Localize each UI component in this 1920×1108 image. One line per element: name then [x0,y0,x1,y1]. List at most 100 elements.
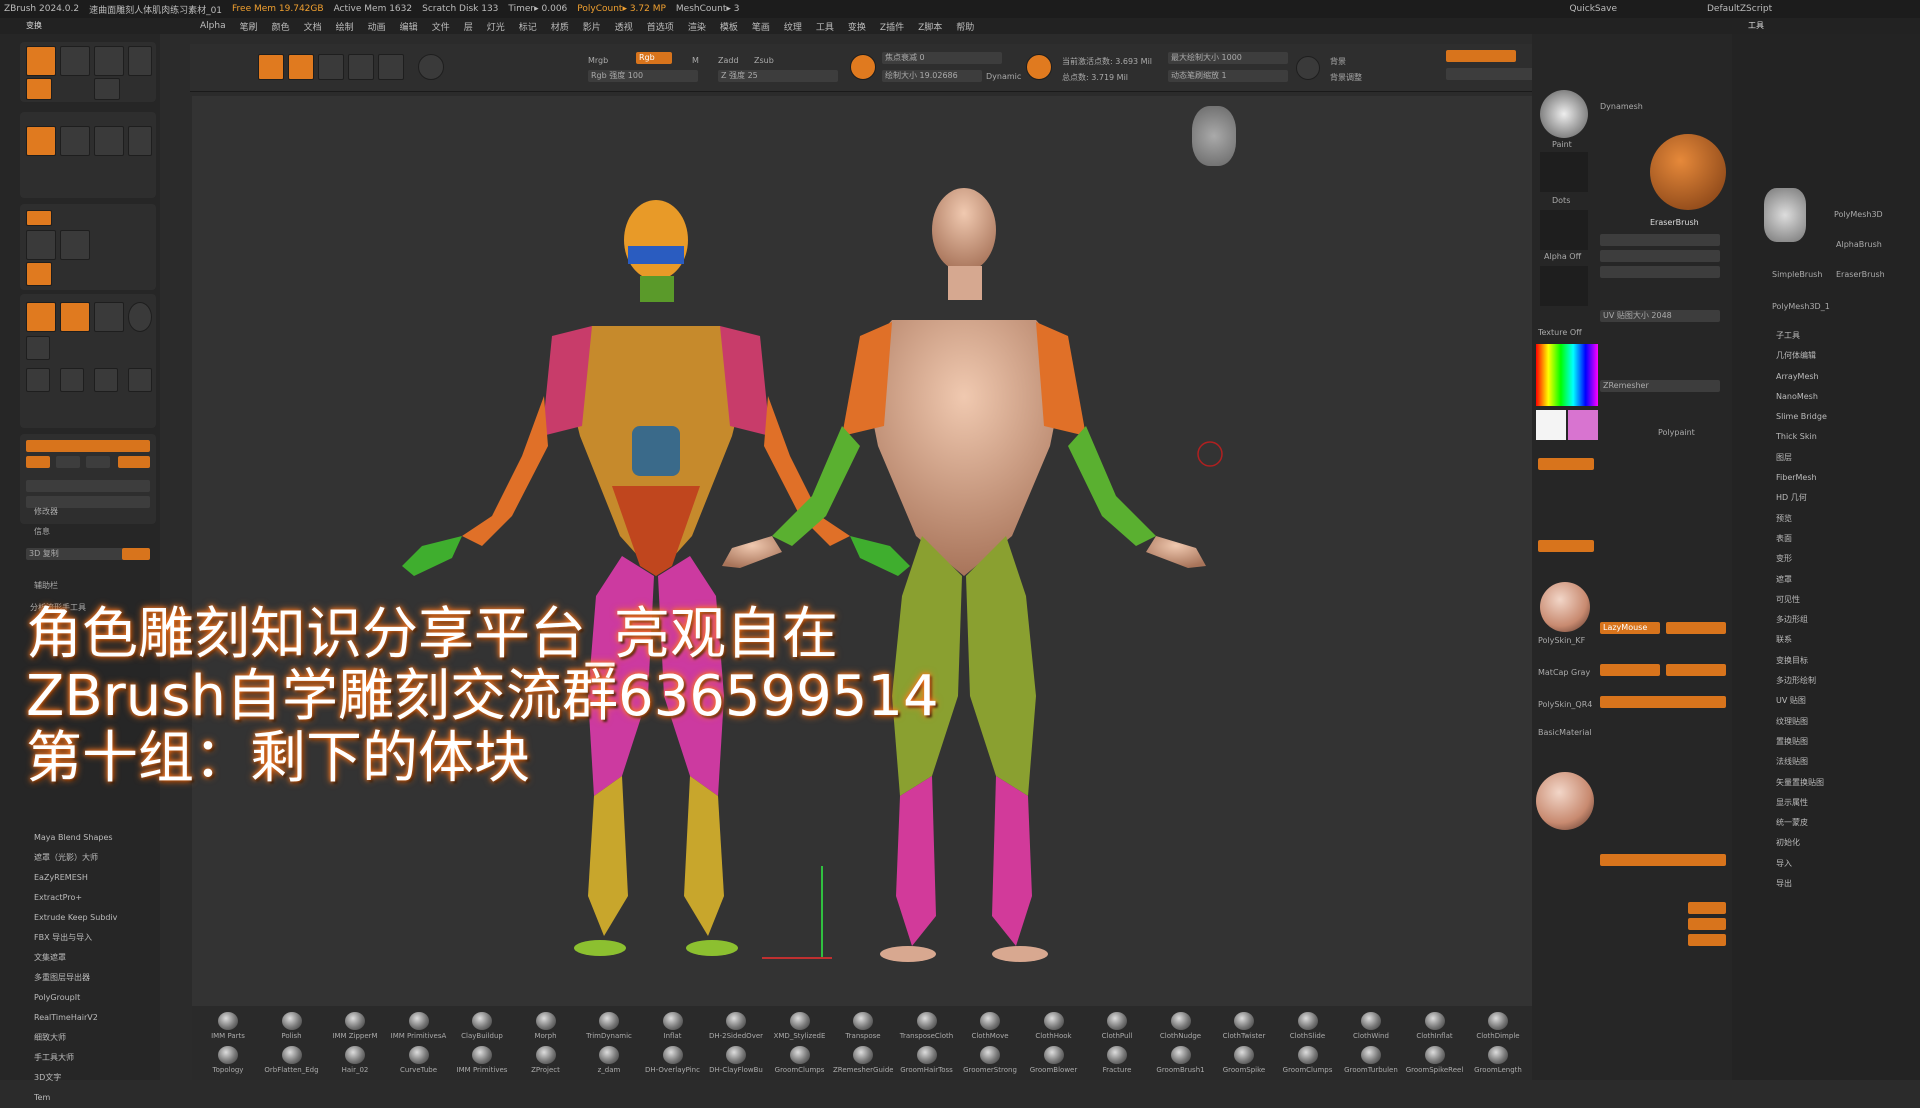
script-name[interactable]: DefaultZScript [1707,4,1772,14]
lazymouse-toggle[interactable]: LazyMouse [1600,622,1660,634]
zplugin-item[interactable]: RealTimeHairV2 [34,1008,117,1028]
menu-item[interactable]: Alpha [200,21,226,31]
zremesher-button[interactable]: ZRemesher [1600,380,1720,392]
zsub-toggle[interactable]: Zsub [754,56,774,65]
brush-slot[interactable]: ClothInflat [1405,1012,1465,1044]
ghost-button[interactable] [94,302,124,332]
y-axis-toggle[interactable] [56,456,80,468]
menu-item[interactable]: 标记 [519,20,537,33]
menu-item[interactable]: 文件 [432,20,450,33]
main-color-swatch[interactable] [1536,410,1566,440]
brush-slot[interactable]: XMD_StylizedE [770,1012,830,1044]
edit-button[interactable] [26,46,56,76]
brush-slot[interactable]: DH-2SidedOver [706,1012,766,1044]
tool-polymesh3d-1[interactable]: PolyMesh3D_1 [1772,302,1830,311]
paint-brush-icon[interactable] [1540,90,1588,138]
solo-button[interactable] [128,302,152,332]
menu-item[interactable]: 帮助 [956,20,974,33]
rotate-mode-button[interactable] [128,126,152,156]
rdsub-slider[interactable] [1446,50,1516,62]
edit-mode-button[interactable] [26,126,56,156]
brush-slot[interactable]: ClothNudge [1151,1012,1211,1044]
radial-count-slider[interactable] [26,480,150,492]
brush-slot[interactable]: IMM PrimitivesA [389,1012,449,1044]
left-item-info[interactable]: 信息 [34,526,50,537]
draw-size-slider[interactable]: 绘制大小 19.02686 [882,70,982,82]
record-button[interactable] [26,78,52,100]
brush-slot[interactable]: GroomSpikeReel [1405,1046,1465,1078]
brush-slot[interactable]: DH-ClayFlowBu [706,1046,766,1078]
brush-slot[interactable]: Polish [262,1012,322,1044]
tool-subpalette-item[interactable]: 子工具 [1776,326,1827,346]
tool-subpalette-item[interactable]: 导出 [1776,874,1827,894]
orange-toggle-a[interactable] [1688,902,1726,914]
tool-subpalette-item[interactable]: NanoMesh [1776,387,1827,407]
floor-toggle[interactable]: 背景 [1330,56,1346,67]
menu-item[interactable]: 编辑 [400,20,418,33]
menu-item[interactable]: 影片 [583,20,601,33]
brush-slot[interactable]: DH-OverlayPinc [643,1046,703,1078]
max-draw-size-slider[interactable]: 最大绘制大小 1000 [1168,52,1288,64]
tool-subpalette-item[interactable]: Thick Skin [1776,427,1827,447]
scale-button[interactable] [128,46,152,76]
orange-toggle-right[interactable] [1600,854,1726,866]
brush-slot[interactable]: ZRemesherGuide [833,1046,893,1078]
polyf-button[interactable] [26,302,56,332]
brush-slot[interactable]: ClothPull [1087,1012,1147,1044]
brush-slot[interactable]: IMM Parts [198,1012,258,1044]
tool-subpalette-item[interactable]: 多边形绘制 [1776,671,1827,691]
zplugin-item[interactable]: 多重图层导出器 [34,968,117,988]
zplugin-item[interactable]: EaZyREMESH [34,868,117,888]
draw-mode-button[interactable] [60,126,90,156]
zplugin-item[interactable]: 细致大师 [34,1028,117,1048]
tool-polymesh3d[interactable]: PolyMesh3D [1834,210,1883,219]
focal-icon[interactable] [850,54,876,80]
menu-item[interactable]: 文档 [304,20,322,33]
sphere-icon[interactable] [1296,56,1320,80]
navigation-head-icon[interactable] [1192,106,1236,166]
zplugin-item[interactable]: ExtractPro+ [34,888,117,908]
tool-subpalette-item[interactable]: 统一蒙皮 [1776,813,1827,833]
dynamic-brush-scale-slider[interactable]: 动态笔刷缩放 1 [1168,70,1288,82]
tool-subpalette-item[interactable]: HD 几何 [1776,488,1827,508]
move-mode-button[interactable] [94,126,124,156]
local-icon[interactable] [128,368,152,392]
menu-item[interactable]: 笔刷 [240,20,258,33]
quicksave-button[interactable]: QuickSave [1569,4,1617,14]
tool-thumb-figure[interactable] [1764,188,1806,242]
menu-item[interactable]: 工具 [816,20,834,33]
brush-slot[interactable]: ClothHook [1024,1012,1084,1044]
brush-slot[interactable]: ClothWind [1341,1012,1401,1044]
dynamic-toggle[interactable]: Dynamic [986,72,1021,81]
zplugin-item[interactable]: FBX 导出与导入 [34,928,117,948]
tool-subpalette-item[interactable]: 联系 [1776,630,1827,650]
brush-slider-2[interactable] [1600,250,1720,262]
render-toggle[interactable] [1538,540,1594,552]
brush-slot[interactable]: TrimDynamic [579,1012,639,1044]
menu-item[interactable]: 灯光 [487,20,505,33]
stroke-dots-icon[interactable] [1540,152,1588,192]
menu-item[interactable]: Z脚本 [918,20,942,33]
alpha-slot[interactable] [1540,210,1588,250]
activate-symmetry-right[interactable] [1600,696,1726,708]
brush-slot[interactable]: ClothTwister [1214,1012,1274,1044]
tool-subpalette-item[interactable]: 初始化 [1776,833,1827,853]
menu-item[interactable]: 笔画 [752,20,770,33]
left-item-3d-copy[interactable]: 3D 复制 [26,548,126,560]
menu-item[interactable]: 材质 [551,20,569,33]
tool-simplebrush[interactable]: SimpleBrush [1772,270,1822,279]
zplugin-item[interactable]: PolyGroupIt [34,988,117,1008]
tool-subpalette-item[interactable]: 法线贴图 [1776,752,1827,772]
tool-subpalette-item[interactable]: FiberMesh [1776,468,1827,488]
tool-subpalette-item[interactable]: UV 贴图 [1776,691,1827,711]
lightbox-icon[interactable] [1026,54,1052,80]
left-item-helper[interactable]: 辅助栏 [34,580,58,591]
menu-item[interactable]: 渲染 [688,20,706,33]
tool-subpalette-item[interactable]: 矢量置换贴图 [1776,773,1827,793]
sym-toggle[interactable] [1600,664,1660,676]
move-icon[interactable] [318,54,344,80]
tool-subpalette-item[interactable]: 可见性 [1776,590,1827,610]
x-axis-toggle[interactable] [26,456,50,468]
transp-button[interactable] [60,302,90,332]
tool-subpalette-item[interactable]: 显示属性 [1776,793,1827,813]
